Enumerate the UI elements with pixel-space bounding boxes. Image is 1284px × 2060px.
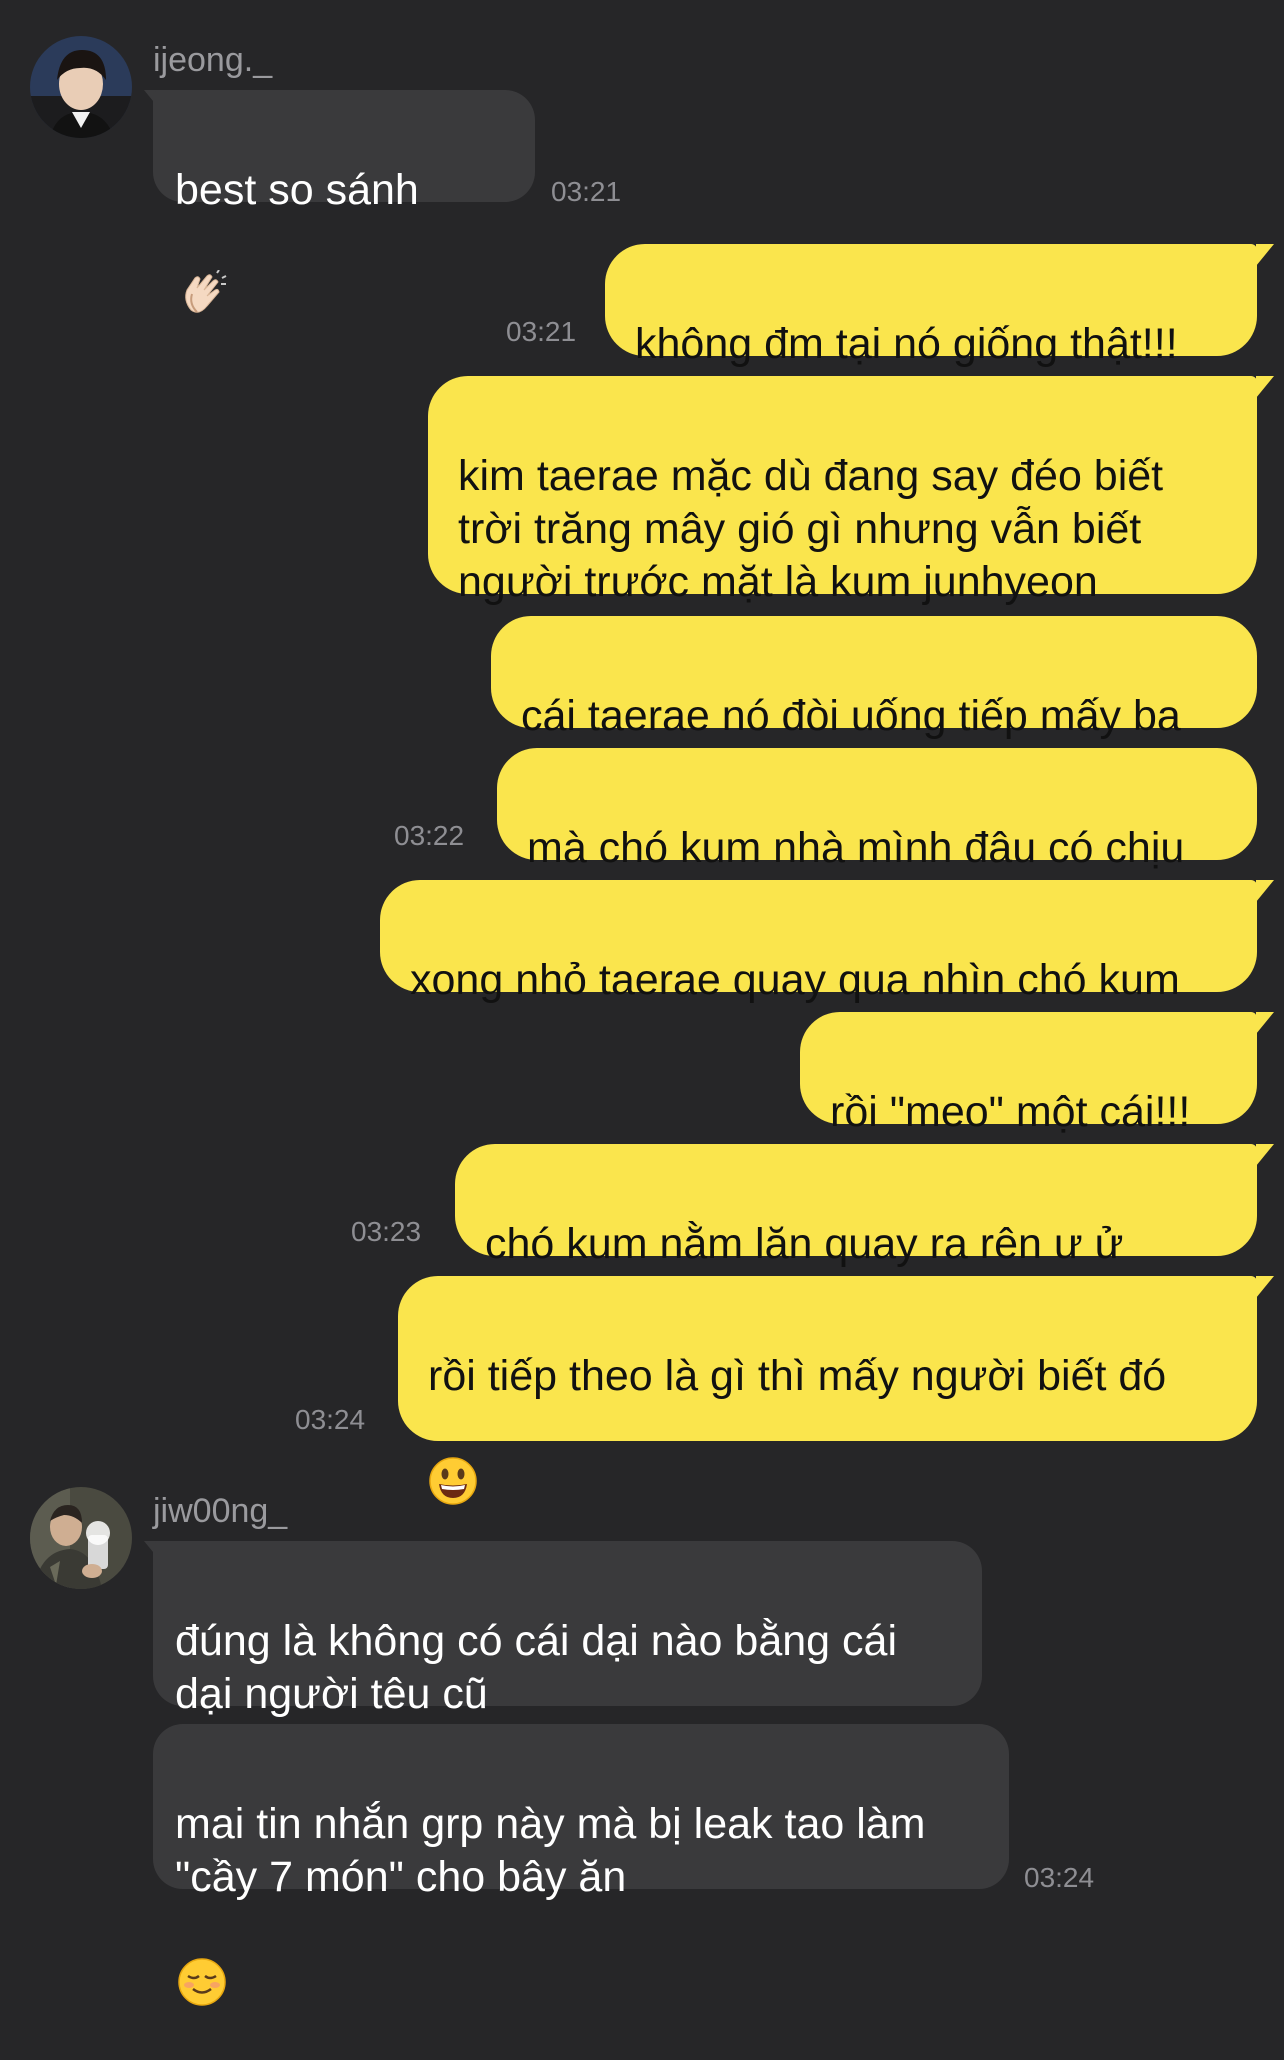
message-text: mà chó kum nhà mình đâu có chịu xyxy=(527,824,1185,872)
avatar-jiw00ng[interactable] xyxy=(30,1487,132,1589)
sender-name-ijeong: ijeong._ xyxy=(153,41,273,79)
smiling-face-emoji xyxy=(177,1904,227,2006)
timestamp: 03:21 xyxy=(506,316,577,347)
timestamp: 03:22 xyxy=(394,820,465,851)
bubble-tail xyxy=(1256,1276,1274,1298)
message-bubble-incoming[interactable]: đúng là không có cái dại nào bằng cái dạ… xyxy=(153,1541,982,1823)
message-text: rồi tiếp theo là gì thì mấy người biết đ… xyxy=(428,1352,1167,1400)
bubble-tail xyxy=(1256,376,1274,398)
message-text: không đm tại nó giống thật!!! xyxy=(635,320,1178,368)
message-text: kim taerae mặc dù đang say đéo biết trời… xyxy=(458,452,1164,606)
timestamp: 03:21 xyxy=(551,176,622,207)
message-text: đúng là không có cái dại nào bằng cái dạ… xyxy=(175,1617,897,1718)
message-bubble-outgoing[interactable]: rồi tiếp theo là gì thì mấy người biết đ… xyxy=(398,1276,1257,1505)
message-text: cái taerae nó đòi uống tiếp mấy ba xyxy=(521,692,1181,740)
bubble-tail xyxy=(1256,244,1274,266)
message-bubble-outgoing[interactable]: chó kum nằm lăn quay ra rên ư ử xyxy=(455,1144,1257,1373)
message-text: rồi "meo" một cái!!! xyxy=(830,1088,1191,1136)
sender-name-jiw00ng: jiw00ng_ xyxy=(153,1492,288,1530)
message-bubble-outgoing[interactable]: cái taerae nó đòi uống tiếp mấy ba xyxy=(491,616,1257,740)
message-text: chó kum nằm lăn quay ra rên ư ử xyxy=(485,1220,1124,1268)
bubble-tail xyxy=(1256,880,1274,902)
timestamp: 03:24 xyxy=(295,1404,366,1435)
timestamp: 03:24 xyxy=(1024,1862,1095,1893)
message-bubble-outgoing[interactable]: mà chó kum nhà mình đâu có chịu xyxy=(497,748,1257,872)
timestamp: 03:23 xyxy=(351,1216,422,1247)
message-bubble-outgoing[interactable]: rồi "meo" một cái!!! xyxy=(800,1012,1257,1136)
bubble-tail xyxy=(1256,1144,1274,1166)
message-bubble-incoming[interactable]: mai tin nhắn grp này mà bị leak tao làm … xyxy=(153,1724,1009,2006)
message-bubble-outgoing[interactable]: không đm tại nó giống thật!!! xyxy=(605,244,1257,368)
message-bubble-outgoing[interactable]: xong nhỏ taerae quay qua nhìn chó kum xyxy=(380,880,1257,1004)
message-bubble-incoming[interactable]: best so sánh xyxy=(153,90,535,313)
message-text: best so sánh xyxy=(175,166,419,214)
message-text: mai tin nhắn grp này mà bị leak tao làm … xyxy=(175,1800,926,1901)
avatar-ijeong[interactable] xyxy=(30,36,132,138)
message-bubble-outgoing[interactable]: kim taerae mặc dù đang say đéo biết trời… xyxy=(428,376,1257,606)
smiley-emoji xyxy=(428,1403,478,1505)
bubble-tail xyxy=(1256,1012,1274,1034)
message-text: xong nhỏ taerae quay qua nhìn chó kum xyxy=(410,956,1180,1004)
clapping-hands-emoji xyxy=(177,217,227,313)
